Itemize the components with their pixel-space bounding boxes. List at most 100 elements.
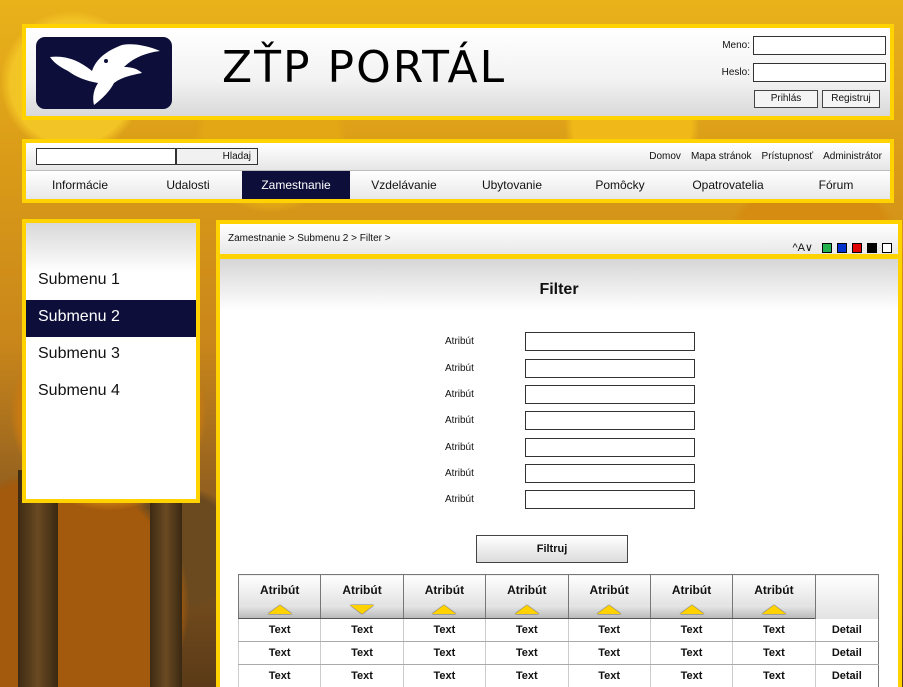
filter-input[interactable] <box>525 438 695 457</box>
filter-label: Atribút <box>445 363 474 374</box>
sidebar-item-submenu-1[interactable]: Submenu 1 <box>26 263 196 300</box>
column-header[interactable]: Atribút <box>732 574 816 605</box>
filter-row: Atribút <box>220 359 898 379</box>
filter-row: Atribút <box>220 385 898 405</box>
sort-asc-icon[interactable] <box>732 604 816 619</box>
table-row: Text Text Text Text Text Text Text Detai… <box>237 664 880 687</box>
password-input[interactable] <box>753 63 886 82</box>
column-header[interactable]: Atribút <box>320 574 404 605</box>
color-scheme-red[interactable] <box>852 243 862 253</box>
nav-item-opatrovatelia[interactable]: Opatrovatelia <box>674 171 782 199</box>
navigation-bar: Hladaj Domov Mapa stránok Prístupnosť Ad… <box>22 139 894 203</box>
register-button[interactable]: Registruj <box>822 90 880 108</box>
filter-row: Atribút <box>220 490 898 510</box>
sidebar-item-submenu-3[interactable]: Submenu 3 <box>26 337 196 374</box>
table-cell: Text <box>320 664 404 687</box>
column-header[interactable]: Atribút <box>402 574 486 605</box>
filter-label: Atribút <box>445 415 474 426</box>
login-button[interactable]: Prihlás <box>754 90 818 108</box>
color-scheme-white[interactable] <box>882 243 892 253</box>
table-cell: Text <box>320 618 404 642</box>
filter-label: Atribút <box>445 336 474 347</box>
sort-asc-icon[interactable] <box>402 604 486 619</box>
nav-item-vzdelavanie[interactable]: Vzdelávanie <box>350 171 458 199</box>
name-input[interactable] <box>753 36 886 55</box>
sort-desc-icon[interactable] <box>320 604 404 619</box>
sidebar: Submenu 1 Submenu 2 Submenu 3 Submenu 4 <box>22 219 200 503</box>
table-cell: Text <box>567 664 651 687</box>
sidebar-item-submenu-4[interactable]: Submenu 4 <box>26 374 196 411</box>
logo[interactable] <box>36 37 172 109</box>
table-cell: Text <box>732 664 816 687</box>
column-header[interactable]: Atribút <box>567 574 651 605</box>
password-label: Heslo: <box>721 67 750 78</box>
sort-asc-icon[interactable] <box>237 604 321 619</box>
table-cell: Text <box>732 618 816 642</box>
filter-input[interactable] <box>525 464 695 483</box>
nav-item-pomocky[interactable]: Pomôcky <box>566 171 674 199</box>
link-home[interactable]: Domov <box>649 151 681 162</box>
dove-icon <box>50 44 160 105</box>
table-cell: Text <box>402 664 486 687</box>
link-accessibility[interactable]: Prístupnosť <box>762 151 814 162</box>
sort-asc-icon[interactable] <box>649 604 733 619</box>
filter-input[interactable] <box>525 490 695 509</box>
breadcrumb-bar: Zamestnanie > Submenu 2 > Filter > ^A∨ <box>216 220 902 258</box>
column-header[interactable]: Atribút <box>649 574 733 605</box>
color-scheme-green[interactable] <box>822 243 832 253</box>
nav-item-informacie[interactable]: Informácie <box>26 171 134 199</box>
filter-row: Atribút <box>220 332 898 352</box>
color-scheme-blue[interactable] <box>837 243 847 253</box>
table-row: Text Text Text Text Text Text Text Detai… <box>237 641 880 665</box>
filter-label: Atribút <box>445 468 474 479</box>
filter-input[interactable] <box>525 332 695 351</box>
column-header[interactable]: Atribút <box>485 574 568 605</box>
utility-links: Domov Mapa stránok Prístupnosť Administr… <box>649 151 882 162</box>
filter-row: Atribút <box>220 464 898 484</box>
search-input[interactable] <box>36 148 176 165</box>
table-cell: Text <box>402 641 486 665</box>
filter-label: Atribút <box>445 389 474 400</box>
table-cell: Text <box>732 641 816 665</box>
table-cell: Text <box>402 618 486 642</box>
page-title: Filter <box>539 281 579 298</box>
filter-label: Atribút <box>445 494 474 505</box>
filter-input[interactable] <box>525 411 695 430</box>
nav-item-forum[interactable]: Fórum <box>782 171 890 199</box>
sidebar-item-submenu-2[interactable]: Submenu 2 <box>26 300 196 337</box>
filter-input[interactable] <box>525 385 695 404</box>
detail-link[interactable]: Detail <box>814 641 880 665</box>
site-header: ZŤP PORTÁL Meno: Heslo: Prihlás Registru… <box>22 24 894 120</box>
nav-item-udalosti[interactable]: Udalosti <box>134 171 242 199</box>
sort-asc-icon[interactable] <box>485 604 568 619</box>
utility-bar: Hladaj Domov Mapa stránok Prístupnosť Ad… <box>26 143 890 171</box>
detail-link[interactable]: Detail <box>814 618 880 642</box>
content-area: Filter Atribút Atribút Atribút Atribút A… <box>216 255 902 687</box>
table-cell: Text <box>649 618 733 642</box>
breadcrumb[interactable]: Zamestnanie > Submenu 2 > Filter > <box>228 233 391 244</box>
table-cell: Text <box>237 618 321 642</box>
table-cell: Text <box>320 641 404 665</box>
sort-asc-icon[interactable] <box>567 604 651 619</box>
search-button[interactable]: Hladaj <box>176 148 258 165</box>
filter-input[interactable] <box>525 359 695 378</box>
detail-link[interactable]: Detail <box>814 664 880 687</box>
table-cell: Text <box>567 618 651 642</box>
link-sitemap[interactable]: Mapa stránok <box>691 151 752 162</box>
filter-button[interactable]: Filtruj <box>476 535 628 563</box>
table-cell: Text <box>237 641 321 665</box>
nav-item-ubytovanie[interactable]: Ubytovanie <box>458 171 566 199</box>
table-cell: Text <box>485 641 568 665</box>
table-cell: Text <box>237 664 321 687</box>
nav-item-zamestnanie[interactable]: Zamestnanie <box>242 171 350 199</box>
color-scheme-black[interactable] <box>867 243 877 253</box>
table-cell: Text <box>485 618 568 642</box>
column-header[interactable]: Atribút <box>237 574 321 605</box>
filter-label: Atribút <box>445 442 474 453</box>
table-row: Text Text Text Text Text Text Text Detai… <box>237 618 880 642</box>
table-cell: Text <box>649 664 733 687</box>
filter-row: Atribút <box>220 411 898 431</box>
table-cell: Text <box>485 664 568 687</box>
link-admin[interactable]: Administrátor <box>823 151 882 162</box>
name-label: Meno: <box>722 40 750 51</box>
